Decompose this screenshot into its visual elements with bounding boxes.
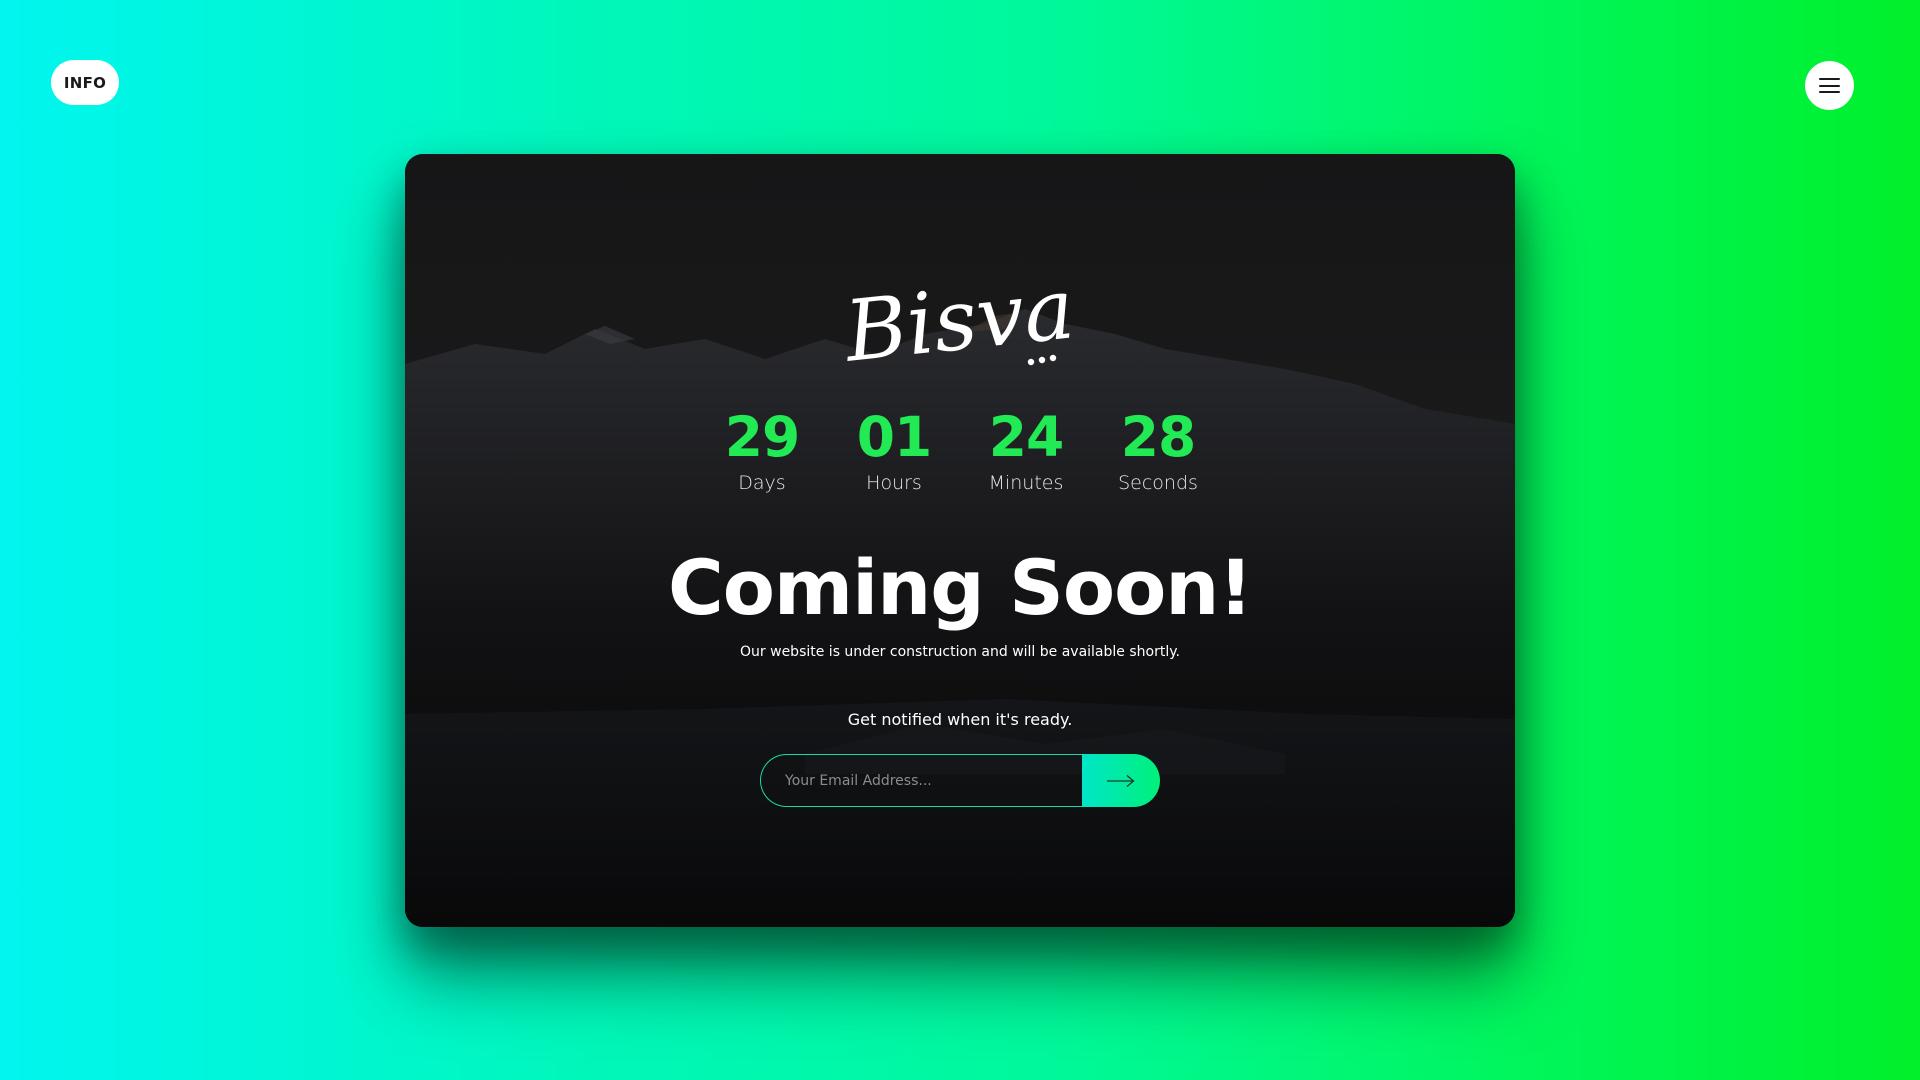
countdown-hours: 01 Hours: [828, 404, 960, 496]
countdown-timer: 29 Days 01 Hours 24 Minutes 28 Seconds: [405, 404, 1515, 496]
coming-soon-card: Bisva 29 Days 01 Hours 24 Minutes 28 Sec…: [405, 154, 1515, 927]
info-button-label: INFO: [63, 73, 107, 92]
page-title: Coming Soon!: [667, 543, 1253, 632]
email-field[interactable]: [760, 754, 1082, 807]
countdown-days: 29 Days: [696, 404, 828, 496]
info-button[interactable]: INFO: [51, 60, 119, 105]
countdown-value: 24: [988, 405, 1065, 469]
countdown-value: 01: [856, 405, 933, 469]
countdown-value: 28: [1120, 405, 1197, 469]
menu-button[interactable]: [1805, 61, 1854, 110]
subscribe-button[interactable]: [1082, 754, 1160, 807]
countdown-label: Seconds: [1118, 472, 1198, 494]
bisva-logo: Bisva: [838, 259, 1078, 381]
notify-prompt: Get notified when it's ready.: [847, 710, 1073, 729]
subscribe-form: [760, 754, 1160, 807]
countdown-label: Hours: [866, 472, 922, 494]
countdown-seconds: 28 Seconds: [1092, 404, 1224, 496]
countdown-label: Minutes: [988, 472, 1064, 494]
hamburger-menu-icon: [1819, 78, 1840, 93]
arrow-right-icon: [1107, 774, 1135, 787]
page-subtitle: Our website is under construction and wi…: [740, 644, 1180, 660]
countdown-minutes: 24 Minutes: [960, 404, 1092, 496]
countdown-label: Days: [738, 472, 786, 494]
countdown-value: 29: [724, 405, 801, 469]
